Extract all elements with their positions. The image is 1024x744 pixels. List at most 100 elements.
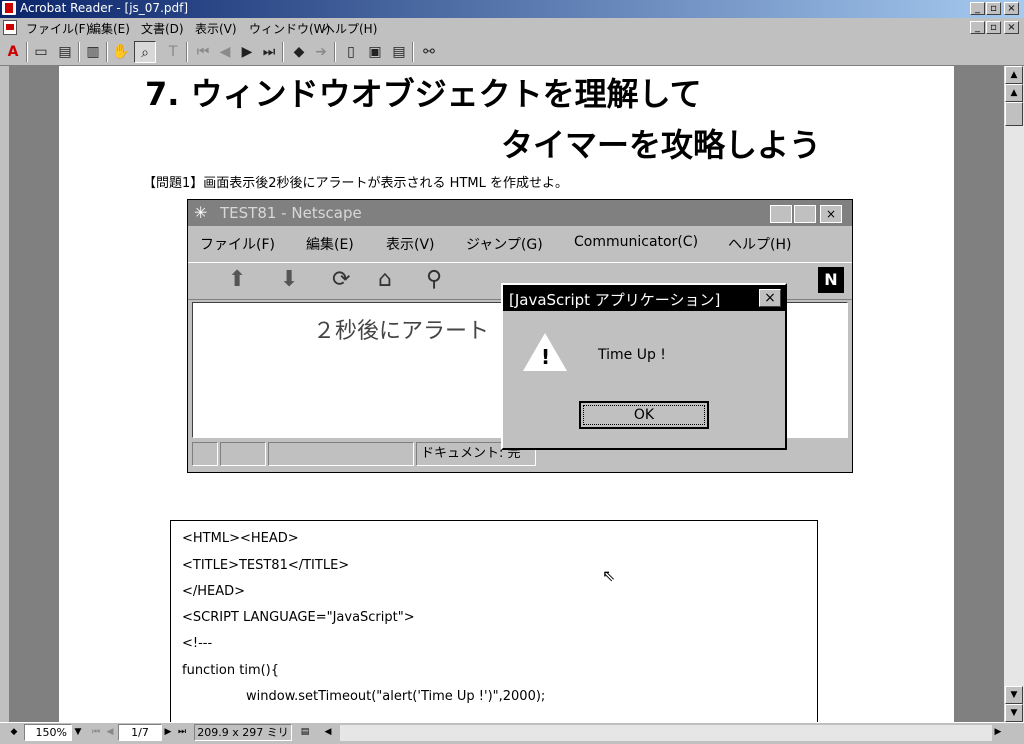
horizontal-scrollbar[interactable]: [340, 725, 1004, 741]
toolbar: A ▭ ▤ ▥ ✋ ⌕ T ⏮ ◀ ▶ ⏭ ◆ ➔ ▯ ▣ ▤ ⚯: [0, 38, 1024, 66]
netscape-close-icon: ×: [820, 205, 842, 223]
zoom-dropdown-icon[interactable]: ▼: [72, 724, 84, 741]
pdf-page: 7. ウィンドウオブジェクトを理解して タイマーを攻略しよう 【問題1】画面表示…: [59, 66, 954, 722]
netscape-menu-communicator: Communicator(C): [574, 234, 699, 250]
page-number-field[interactable]: 1/7: [118, 724, 162, 741]
hand-icon[interactable]: ✋: [110, 41, 132, 63]
netscape-menu-file: ファイル(F): [200, 237, 275, 253]
acrobat-app-icon: [2, 1, 16, 15]
text-select-icon[interactable]: T: [162, 41, 184, 63]
status-prev-page-icon[interactable]: ◀: [104, 724, 116, 741]
doc-minimize-button[interactable]: _: [970, 21, 985, 34]
menu-help[interactable]: ヘルプ(H): [323, 20, 377, 37]
alert-title-bar: [JavaScript アプリケーション] ×: [503, 285, 785, 311]
scroll-up-button[interactable]: ▲: [1005, 66, 1023, 84]
javascript-alert-dialog: [JavaScript アプリケーション] × ! Time Up ! OK: [501, 283, 787, 450]
menu-file[interactable]: ファイル(F): [26, 20, 90, 37]
open-icon[interactable]: ▭: [30, 41, 52, 63]
code-line: <SCRIPT LANGUAGE="JavaScript">: [182, 610, 415, 625]
maximize-button[interactable]: ▫: [986, 2, 1001, 15]
heading-line-2: タイマーを攻略しよう: [501, 126, 822, 164]
find-icon[interactable]: ⚯: [418, 41, 440, 63]
status-last-page-icon[interactable]: ⏭: [176, 724, 188, 741]
netscape-lock-icon: [192, 442, 218, 466]
code-line: <HTML><HEAD>: [182, 531, 299, 546]
warning-mark: !: [541, 345, 551, 369]
netscape-progress: [268, 442, 414, 466]
page-only-icon[interactable]: ▥: [82, 41, 104, 63]
last-page-icon[interactable]: ⏭: [258, 41, 280, 63]
document-icon[interactable]: [3, 20, 17, 35]
zoom-field[interactable]: 150%: [24, 724, 72, 741]
netscape-search-icon: ⚲: [426, 267, 443, 292]
first-page-icon[interactable]: ⏮: [192, 41, 214, 63]
code-line: <!---: [182, 636, 213, 651]
netscape-menu-view: 表示(V): [386, 237, 435, 253]
menu-window[interactable]: ウィンドウ(W): [249, 20, 330, 37]
next-page-icon[interactable]: ▶: [236, 41, 258, 63]
document-viewer[interactable]: 7. ウィンドウオブジェクトを理解して タイマーを攻略しよう 【問題1】画面表示…: [9, 66, 1004, 722]
go-forward-icon[interactable]: ➔: [310, 41, 332, 63]
page-layout-icon[interactable]: ▤: [296, 724, 314, 741]
scroll-page-up-button[interactable]: ▲: [1005, 84, 1023, 102]
alert-title: [JavaScript アプリケーション]: [509, 291, 721, 309]
mouse-cursor-icon: ⇖: [602, 566, 616, 585]
zoom-icon[interactable]: ⌕: [134, 41, 156, 63]
netscape-title: TEST81 - Netscape: [220, 204, 362, 222]
minimize-button[interactable]: _: [970, 2, 985, 15]
netscape-logo-icon: ✳: [194, 203, 208, 222]
close-button[interactable]: ×: [1004, 2, 1019, 15]
toolbar-separator: [412, 42, 414, 62]
title-bar: Acrobat Reader - [js_07.pdf] _ ▫ ×: [0, 0, 1024, 18]
netscape-minimize-icon: [770, 205, 792, 223]
status-next-page-icon[interactable]: ▶: [162, 724, 174, 741]
hscroll-right-button[interactable]: ▶: [992, 724, 1004, 741]
window-title: Acrobat Reader - [js_07.pdf]: [20, 1, 189, 15]
menu-bar: ファイル(F) 編集(E) 文書(D) 表示(V) ウィンドウ(W) ヘルプ(H…: [0, 18, 1024, 38]
toolbar-separator: [186, 42, 188, 62]
toolbar-separator: [282, 42, 284, 62]
acrobat-icon[interactable]: A: [2, 41, 24, 63]
netscape-n-logo-icon: N: [818, 267, 844, 293]
netscape-reload-icon: ⟳: [332, 267, 351, 292]
menu-document[interactable]: 文書(D): [141, 20, 184, 37]
code-line: </HEAD>: [182, 584, 246, 599]
menu-edit[interactable]: 編集(E): [89, 20, 130, 37]
doc-close-button[interactable]: ×: [1004, 21, 1019, 34]
menu-view[interactable]: 表示(V): [195, 20, 237, 37]
toolbar-separator: [106, 42, 108, 62]
fit-page-icon[interactable]: ▣: [364, 41, 386, 63]
alert-close-icon: ×: [759, 289, 781, 307]
doc-restore-button[interactable]: ▫: [986, 21, 1001, 34]
code-listing: <HTML><HEAD> <TITLE>TEST81</TITLE> </HEA…: [170, 520, 818, 722]
netscape-page-text: ２秒後にアラート: [313, 319, 490, 344]
code-line: window.setTimeout("alert('Time Up !')",2…: [246, 689, 546, 704]
fit-width-icon[interactable]: ▤: [388, 41, 410, 63]
go-back-icon[interactable]: ◆: [288, 41, 310, 63]
actual-size-icon[interactable]: ▯: [340, 41, 362, 63]
vertical-scrollbar[interactable]: ▲ ▲ ▼ ▼: [1004, 66, 1024, 722]
toolbar-separator: [334, 42, 336, 62]
prev-page-icon[interactable]: ◀: [214, 41, 236, 63]
netscape-title-bar: ✳ TEST81 - Netscape ×: [188, 200, 852, 226]
split-handle-icon[interactable]: ◆: [8, 724, 20, 741]
alert-message: Time Up !: [598, 347, 666, 363]
netscape-connection-icon: [220, 442, 266, 466]
code-line: function tim(){: [182, 663, 280, 678]
scroll-thumb[interactable]: [1005, 102, 1023, 126]
status-first-page-icon[interactable]: ⏮: [90, 724, 102, 741]
hscroll-left-button[interactable]: ◀: [322, 724, 334, 741]
netscape-maximize-icon: [794, 205, 816, 223]
netscape-home-icon: ⌂: [378, 267, 392, 292]
print-icon[interactable]: ▤: [54, 41, 76, 63]
scroll-page-down-button[interactable]: ▼: [1005, 686, 1023, 704]
code-line: <TITLE>TEST81</TITLE>: [182, 558, 350, 573]
toolbar-separator: [26, 42, 28, 62]
scroll-down-button[interactable]: ▼: [1005, 704, 1023, 722]
toolbar-separator: [78, 42, 80, 62]
status-bar: ◆ 150% ▼ ⏮ ◀ 1/7 ▶ ⏭ 209.9 x 297 ミリ ▤ ◀ …: [0, 722, 1024, 744]
page-size-display: 209.9 x 297 ミリ: [194, 724, 292, 741]
netscape-menu-help: ヘルプ(H): [728, 237, 792, 253]
alert-ok-button: OK: [579, 401, 709, 429]
problem-statement: 【問題1】画面表示後2秒後にアラートが表示される HTML を作成せよ。: [143, 176, 568, 191]
